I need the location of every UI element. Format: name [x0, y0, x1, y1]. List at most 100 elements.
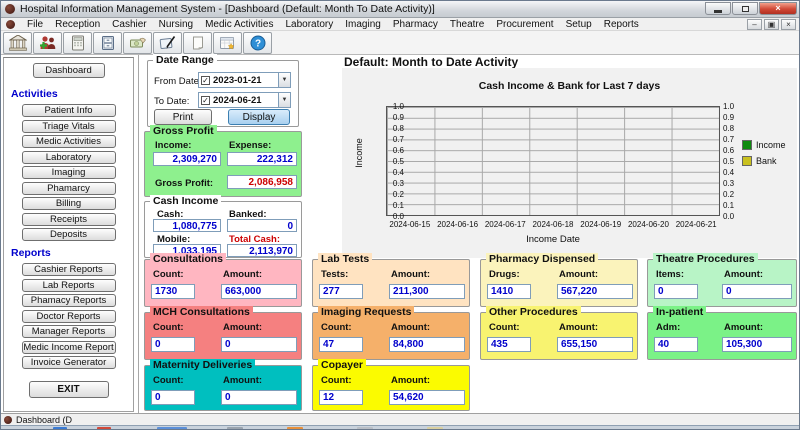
display-button[interactable]: Display	[228, 109, 290, 125]
minimize-button[interactable]	[705, 2, 731, 15]
x-tick-label: 2024-06-20	[625, 220, 673, 229]
copayer-amount-label: Amount:	[391, 375, 430, 386]
help-button[interactable]: ?	[243, 32, 272, 54]
cash-payment-button[interactable]	[123, 32, 152, 54]
calculator-notes-button[interactable]	[63, 32, 92, 54]
sidebar-invoice-generator-button[interactable]: Invoice Generator	[22, 356, 116, 369]
from-date-checkbox[interactable]: ✓	[201, 76, 210, 85]
menu-pharmacy[interactable]: Pharmacy	[387, 19, 444, 30]
add-patient-button[interactable]	[33, 32, 62, 54]
to-date-combo[interactable]: ✓ 2024-06-21 ▼	[198, 92, 291, 108]
y-ticks-left: 1.00.90.80.70.60.50.40.30.20.10.0	[364, 106, 384, 216]
mch-amount-field[interactable]: 0	[221, 337, 297, 352]
other-procedures-panel: Other Procedures Count: Amount: 435 655,…	[480, 312, 638, 360]
expense-field[interactable]: 222,312	[227, 152, 297, 166]
sidebar-receipts-button[interactable]: Receipts	[22, 213, 116, 226]
exit-button[interactable]: EXIT	[29, 381, 109, 398]
window-title: Hospital Information Management System -…	[20, 3, 435, 15]
calculator-notes-icon	[70, 35, 86, 51]
blank-note-button[interactable]	[183, 32, 212, 54]
menu-medic-activities[interactable]: Medic Activities	[199, 19, 279, 30]
consultations-amount-field[interactable]: 663,000	[221, 284, 297, 299]
inpatient-amount-field[interactable]: 105,300	[722, 337, 792, 352]
menu-procurement[interactable]: Procurement	[490, 19, 559, 30]
to-date-checkbox[interactable]: ✓	[201, 96, 210, 105]
menu-nursing[interactable]: Nursing	[153, 19, 199, 30]
windows-taskbar[interactable]	[1, 425, 799, 430]
menu-theatre[interactable]: Theatre	[444, 19, 490, 30]
menu-reception[interactable]: Reception	[49, 19, 106, 30]
x-tick-label: 2024-06-15	[386, 220, 434, 229]
y-tick-label: 0.3	[723, 179, 743, 188]
lab-tests-count-field[interactable]: 277	[319, 284, 363, 299]
sidebar-deposits-button[interactable]: Deposits	[22, 228, 116, 241]
mch-count-field[interactable]: 0	[151, 337, 195, 352]
cash-field[interactable]: 1,080,775	[153, 219, 221, 232]
other-count-field[interactable]: 435	[487, 337, 531, 352]
gross-profit-field[interactable]: 2,086,958	[227, 175, 297, 189]
mdi-close-button[interactable]: ×	[781, 19, 796, 30]
income-field[interactable]: 2,309,270	[153, 152, 221, 166]
sidebar-doctor-reports-button[interactable]: Doctor Reports	[22, 310, 116, 323]
lab-tests-amount-field[interactable]: 211,300	[389, 284, 465, 299]
imaging-amount-field[interactable]: 84,800	[389, 337, 465, 352]
pharmacy-amount-field[interactable]: 567,220	[557, 284, 633, 299]
total-cash-field[interactable]: 2,113,970	[227, 244, 297, 257]
maternity-amount-field[interactable]: 0	[221, 390, 297, 405]
inpatient-adm-field[interactable]: 40	[654, 337, 698, 352]
restore-button[interactable]	[732, 2, 758, 15]
copayer-count-field[interactable]: 12	[319, 390, 363, 405]
sidebar-lab-reports-button[interactable]: Lab Reports	[22, 279, 116, 292]
theatre-amount-field[interactable]: 0	[722, 284, 792, 299]
pharmacy-drugs-field[interactable]: 1410	[487, 284, 531, 299]
sidebar-imaging-button[interactable]: Imaging	[22, 166, 116, 179]
y-tick-label: 0.9	[723, 113, 743, 122]
maternity-deliveries-panel: Maternity Deliveries Count: Amount: 0 0	[144, 365, 302, 411]
menu-setup[interactable]: Setup	[560, 19, 598, 30]
bank-home-button[interactable]	[3, 32, 32, 54]
sidebar-pharmacy-button[interactable]: Phamarcy	[22, 182, 116, 195]
sidebar-triage-vitals-button[interactable]: Triage Vitals	[22, 120, 116, 133]
sidebar-billing-button[interactable]: Billing	[22, 197, 116, 210]
y-tick-label: 0.0	[723, 212, 743, 221]
from-date-combo[interactable]: ✓ 2023-01-21 ▼	[198, 72, 291, 88]
lab-tests-count-label: Tests:	[321, 269, 348, 280]
to-date-dropdown-icon[interactable]: ▼	[278, 93, 290, 107]
mdi-minimize-button[interactable]: –	[747, 19, 762, 30]
maternity-count-field[interactable]: 0	[151, 390, 195, 405]
sidebar-medic-income-report-button[interactable]: Medic Income Report	[22, 341, 116, 354]
signature-pen-icon	[159, 35, 177, 51]
status-text: Dashboard (D	[16, 415, 72, 425]
close-button[interactable]: ×	[759, 2, 797, 15]
menu-imaging[interactable]: Imaging	[339, 19, 387, 30]
theatre-amount-label: Amount:	[724, 269, 763, 280]
other-amount-field[interactable]: 655,150	[557, 337, 633, 352]
sidebar-cashier-reports-button[interactable]: Cashier Reports	[22, 263, 116, 276]
copayer-amount-field[interactable]: 54,620	[389, 390, 465, 405]
sidebar-dashboard-button[interactable]: Dashboard	[33, 63, 105, 78]
sidebar-reports-label: Reports	[11, 247, 133, 259]
sidebar-laboratory-button[interactable]: Laboratory	[22, 151, 116, 164]
consultations-count-field[interactable]: 1730	[151, 284, 195, 299]
imaging-count-field[interactable]: 47	[319, 337, 363, 352]
print-button[interactable]: Print	[154, 109, 212, 125]
mdi-restore-button[interactable]: ▣	[764, 19, 779, 30]
theatre-items-field[interactable]: 0	[654, 284, 698, 299]
from-date-dropdown-icon[interactable]: ▼	[278, 73, 290, 87]
menu-cashier[interactable]: Cashier	[106, 19, 152, 30]
sidebar-medic-activities-button[interactable]: Medic Activities	[22, 135, 116, 148]
menu-file[interactable]: File	[21, 19, 49, 30]
menu-laboratory[interactable]: Laboratory	[279, 19, 339, 30]
file-cabinet-button[interactable]	[93, 32, 122, 54]
banked-field[interactable]: 0	[227, 219, 297, 232]
bank-home-icon	[9, 35, 27, 51]
maternity-amount-label: Amount:	[223, 375, 262, 386]
sidebar-manager-reports-button[interactable]: Manager Reports	[22, 325, 116, 338]
calendar-star-button[interactable]	[213, 32, 242, 54]
signature-pen-button[interactable]	[153, 32, 182, 54]
sidebar-pharmacy-reports-button[interactable]: Phamacy Reports	[22, 294, 116, 307]
sidebar-patient-info-button[interactable]: Patient Info	[22, 104, 116, 117]
x-axis-label: Income Date	[386, 234, 720, 245]
date-range-title: Date Range	[153, 54, 217, 66]
menu-reports[interactable]: Reports	[598, 19, 645, 30]
